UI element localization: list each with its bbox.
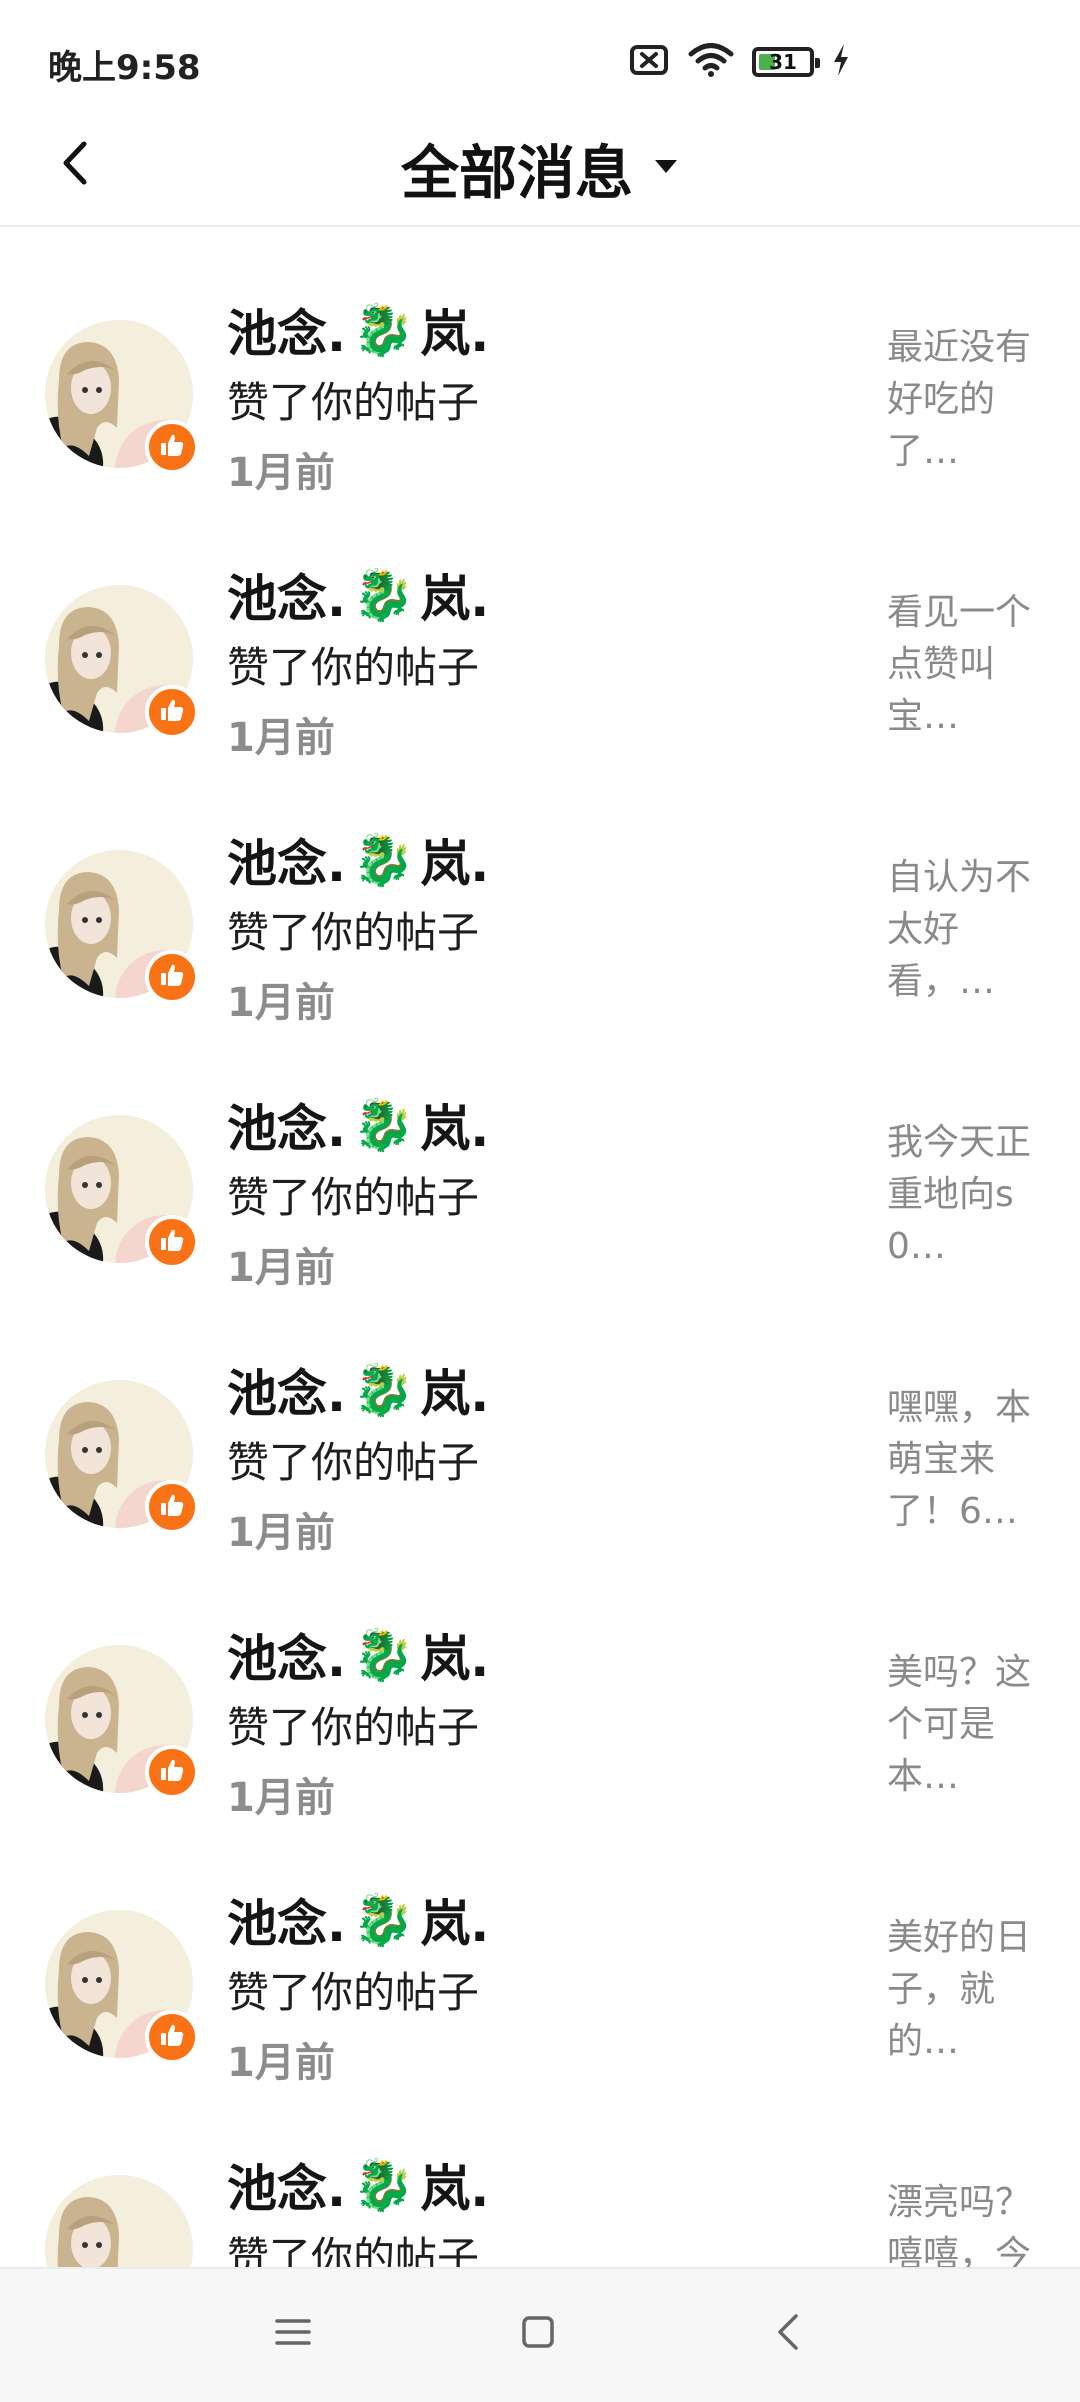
time-text: 1月前 [227,980,335,1026]
post-preview[interactable]: 美吗？这个可是本… [887,1647,1037,1807]
user-name[interactable]: 池念. 🐉 岚. [227,2149,489,2221]
page-title: 全部消息 [400,139,633,207]
like-badge [145,1480,199,1534]
action-text: 赞了你的帖子 [227,1173,480,1222]
user-name-part2: 岚. [420,1895,490,1953]
action-text: 赞了你的帖子 [227,908,480,957]
thumbs-up-icon [159,432,185,462]
post-preview[interactable]: 自认为不太好看，… [887,852,1037,1012]
system-back-button[interactable] [753,2299,823,2369]
time-text: 1月前 [227,1510,335,1556]
user-name[interactable]: 池念. 🐉 岚. [227,1619,489,1691]
like-badge [145,420,199,474]
user-name-part1: 池念. [227,1365,346,1423]
action-text: 赞了你的帖子 [227,1968,480,2017]
back-icon [776,2313,800,2355]
dragon-emoji-icon: 🐉 [352,300,415,359]
user-name-part1: 池念. [227,1895,346,1953]
dragon-emoji-icon: 🐉 [352,1625,415,1684]
avatar[interactable] [45,2175,193,2267]
dragon-emoji-icon: 🐉 [352,1360,415,1419]
post-preview[interactable]: 最近没有好吃的了… [887,322,1037,482]
navigation-bar [0,2267,1080,2402]
user-name-part2: 岚. [420,2160,490,2218]
home-icon [521,2315,555,2353]
like-badge [145,950,199,1004]
user-name-part2: 岚. [420,1630,490,1688]
status-icons: 31 [630,42,850,82]
user-name[interactable]: 池念. 🐉 岚. [227,1089,489,1161]
message-item[interactable]: 池念.🐉岚. 赞了你的帖子 1月前 漂亮吗？嘻嘻，今 [0,2082,1080,2267]
user-name-part1: 池念. [227,305,346,363]
user-name-part2: 岚. [420,1365,490,1423]
action-text: 赞了你的帖子 [227,1703,480,1752]
message-item[interactable]: 池念. 🐉 岚. 赞了你的帖子 1月前 最近没有好吃的了… [0,227,1080,496]
post-preview[interactable]: 我今天正重地向s0… [887,1117,1037,1277]
status-bar: 晚上9:58 31 [0,0,1080,128]
battery-level-text: 31 [769,50,797,74]
user-name-part2: 岚. [420,305,490,363]
caret-down-icon [653,157,679,179]
wifi-icon [688,43,734,81]
user-name-part1: 池念. [227,1630,346,1688]
message-item[interactable]: 池念. 🐉 岚. 赞了你的帖子 1月前 自认为不太好看，… [0,757,1080,1026]
like-badge [145,1215,199,1269]
charging-icon [832,43,850,81]
post-preview[interactable]: 看见一个点赞叫宝… [887,587,1037,747]
action-text: 赞了你的帖子 [227,643,480,692]
battery-icon: 31 [752,47,820,77]
time-text: 1月前 [227,715,335,761]
time-text: 1月前 [227,2040,335,2086]
menu-icon [275,2317,311,2351]
user-name-part2: 岚. [420,570,490,628]
action-text: 赞了你的帖子 [227,378,480,427]
user-name[interactable]: 池念. 🐉 岚. [227,1354,489,1426]
thumbs-up-icon [159,2022,185,2052]
status-time: 晚上9:58 [48,48,201,88]
dragon-emoji-icon: 🐉 [352,565,415,624]
app-header: 全部消息 [0,110,1080,227]
message-filter-dropdown[interactable]: 全部消息 [0,126,1080,210]
thumbs-up-icon [159,1227,185,1257]
dragon-emoji-icon: 🐉 [352,1095,415,1154]
like-badge [145,1745,199,1799]
action-text: 赞了你的帖子 [227,1438,480,1487]
user-name-part1: 池念. [227,570,346,628]
thumbs-up-icon [159,697,185,727]
dragon-emoji-icon: 🐉 [352,1890,415,1949]
user-name[interactable]: 池念. 🐉 岚. [227,294,489,366]
action-text: 赞了你的帖子 [227,2233,480,2267]
sim-off-icon [630,44,670,80]
message-item[interactable]: 池念. 🐉 岚. 赞了你的帖子 1月前 我今天正重地向s0… [0,1022,1080,1291]
home-button[interactable] [503,2299,573,2369]
time-text: 1月前 [227,1775,335,1821]
user-name-part1: 池念. [227,2160,346,2218]
message-item[interactable]: 池念. 🐉 岚. 赞了你的帖子 1月前 美吗？这个可是本… [0,1552,1080,1821]
message-item[interactable]: 池念. 🐉 岚. 赞了你的帖子 1月前 美好的日子，就的… [0,1817,1080,2086]
post-preview[interactable]: 嘿嘿，本萌宝来了！6… [887,1382,1037,1542]
message-item[interactable]: 池念. 🐉 岚. 赞了你的帖子 1月前 看见一个点赞叫宝… [0,492,1080,761]
user-name[interactable]: 池念. 🐉 岚. [227,1884,489,1956]
user-name-part2: 岚. [420,835,490,893]
recent-apps-button[interactable] [258,2299,328,2369]
thumbs-up-icon [159,1757,185,1787]
thumbs-up-icon [159,1492,185,1522]
dragon-emoji-icon: 🐉 [352,830,415,889]
like-badge [145,685,199,739]
user-name[interactable]: 池念. 🐉 岚. [227,559,489,631]
thumbs-up-icon [159,962,185,992]
user-name-part2: 岚. [420,1100,490,1158]
time-text: 1月前 [227,450,335,496]
message-list[interactable]: 池念. 🐉 岚. 赞了你的帖子 1月前 最近没有好吃的了… 池念. 🐉 岚. 赞… [0,227,1080,2267]
post-preview[interactable]: 美好的日子，就的… [887,1912,1037,2072]
user-name-part1: 池念. [227,1100,346,1158]
message-item[interactable]: 池念. 🐉 岚. 赞了你的帖子 1月前 嘿嘿，本萌宝来了！6… [0,1287,1080,1556]
user-name[interactable]: 池念. 🐉 岚. [227,824,489,896]
post-preview[interactable]: 漂亮吗？嘻嘻，今 [887,2177,1037,2267]
like-badge [145,2010,199,2064]
user-name-part1: 池念. [227,835,346,893]
time-text: 1月前 [227,1245,335,1291]
dragon-emoji-icon: 🐉 [352,2155,415,2214]
